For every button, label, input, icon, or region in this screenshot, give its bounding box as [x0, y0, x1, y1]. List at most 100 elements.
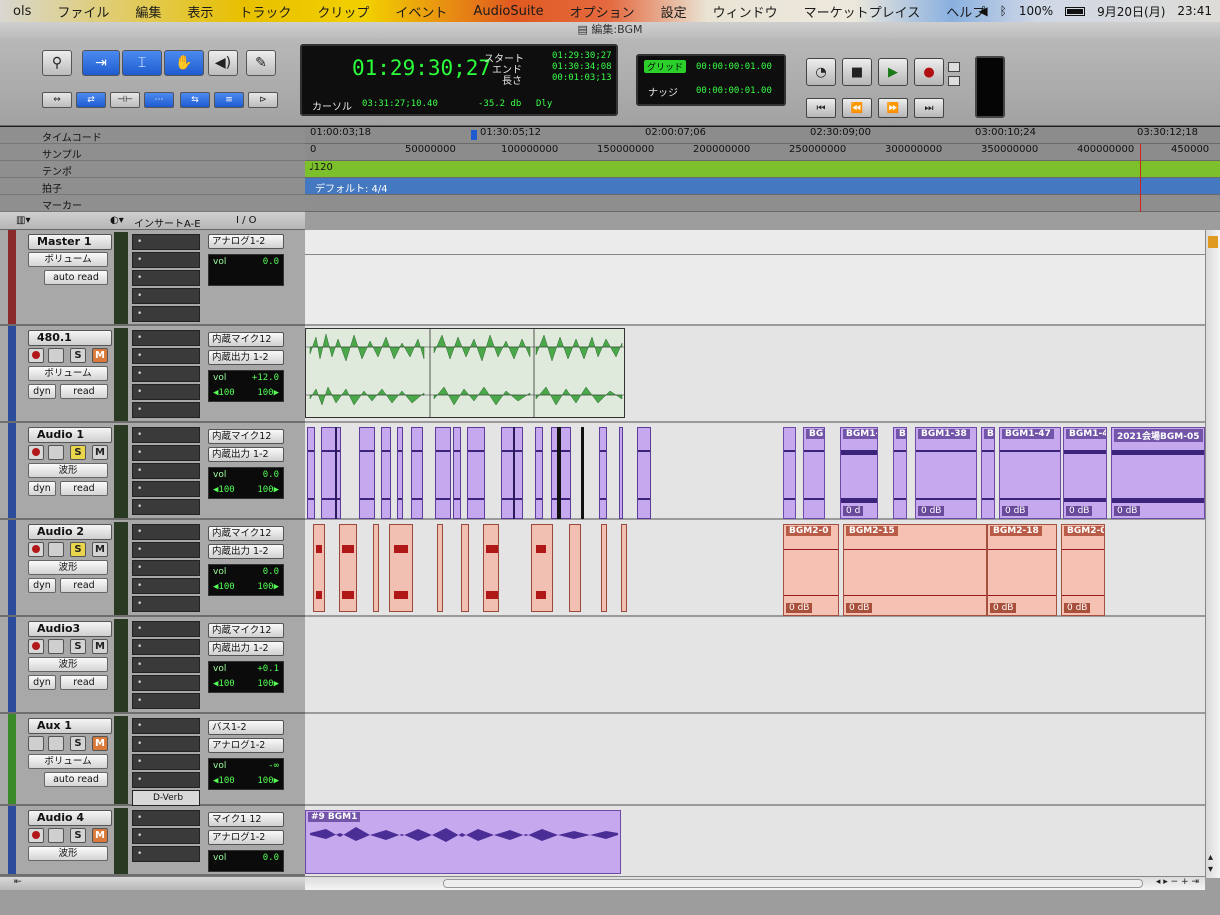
insert-slot[interactable]: •: [132, 754, 200, 770]
insert-slot[interactable]: •: [132, 657, 200, 673]
meter-ruler[interactable]: デフォルト: 4/4: [305, 178, 1220, 195]
automation-mode-selector[interactable]: read: [60, 384, 108, 399]
dyn-selector[interactable]: dyn: [28, 675, 56, 690]
input-selector[interactable]: 内蔵マイク12: [208, 332, 284, 347]
volume-pan-display[interactable]: vol +0.1 ◀100 100▶: [208, 661, 284, 693]
trim-tool-button[interactable]: ⇥: [82, 50, 120, 76]
track-name[interactable]: Audio3: [28, 621, 112, 637]
insert-slot[interactable]: •: [132, 736, 200, 752]
solo-button[interactable]: S: [70, 445, 86, 460]
clip-fragment[interactable]: [467, 427, 485, 519]
insert-slot[interactable]: •: [132, 542, 200, 558]
stop-icon[interactable]: ■: [842, 58, 872, 86]
clip-gain[interactable]: 0 dB: [1114, 506, 1141, 516]
menu-tools[interactable]: ols: [0, 4, 44, 19]
insert-slot[interactable]: •: [132, 621, 200, 637]
clip-fragment[interactable]: [483, 524, 499, 612]
audio-clip[interactable]: BGM1-47 0 dB: [999, 427, 1061, 519]
zoom-in-icon[interactable]: ▴: [1208, 852, 1218, 863]
clip-fragment[interactable]: [621, 524, 627, 612]
volume-pan-display[interactable]: vol -∞ ◀100 100▶: [208, 758, 284, 790]
audio-clip[interactable]: BGM1-4 0 dB: [1063, 427, 1107, 519]
insert-slot[interactable]: •: [132, 499, 200, 515]
record-enable-button[interactable]: [28, 445, 44, 460]
mute-button[interactable]: M: [92, 639, 108, 654]
battery-icon[interactable]: [1065, 6, 1086, 16]
menu-edit[interactable]: 編集: [122, 2, 174, 21]
start-value[interactable]: 01:29:30;27: [552, 51, 612, 61]
samples-ruler[interactable]: 0 50000000 100000000 150000000 200000000…: [305, 144, 1220, 161]
input-monitor-button[interactable]: [48, 445, 64, 460]
clip-fragment[interactable]: [313, 524, 325, 612]
insert-slot[interactable]: •: [132, 639, 200, 655]
clip-fragment[interactable]: [599, 427, 607, 519]
clip-fragment[interactable]: [397, 427, 403, 519]
clip-gain[interactable]: 0 dB: [786, 603, 813, 613]
insert-slot[interactable]: •: [132, 675, 200, 691]
audio-clip[interactable]: 2021会場BGM-05 0 dB: [1111, 427, 1205, 519]
insert-slot[interactable]: •: [132, 384, 200, 400]
insert-slot[interactable]: •: [132, 810, 200, 826]
insert-slot[interactable]: •: [132, 828, 200, 844]
lane-master[interactable]: [305, 230, 1205, 326]
play-icon[interactable]: ▶: [878, 58, 908, 86]
insert-slot[interactable]: •: [132, 330, 200, 346]
automation-mode-selector[interactable]: auto read: [44, 772, 108, 787]
grid-mode-button[interactable]: ⋯: [144, 92, 174, 108]
menu-file[interactable]: ファイル: [44, 2, 122, 21]
tempo-ruler[interactable]: ♩120: [305, 161, 1220, 178]
audio-clip[interactable]: BGM2-15 0 dB: [843, 524, 987, 616]
mute-button[interactable]: M: [92, 736, 108, 751]
volume-automation-line[interactable]: [305, 254, 1205, 255]
audio-clip[interactable]: BGM2-0 0 dB: [1061, 524, 1105, 616]
marker-ruler[interactable]: [305, 195, 1220, 212]
dyn-selector[interactable]: dyn: [28, 384, 56, 399]
menu-marketplace[interactable]: マーケットプレイス: [791, 2, 934, 21]
volume-pan-display[interactable]: vol 0.0 ◀100 100▶: [208, 467, 284, 499]
clip-fragment[interactable]: [531, 524, 553, 612]
track-view-selector[interactable]: 波形: [28, 657, 108, 672]
insert-slot[interactable]: •: [132, 560, 200, 576]
volume-display[interactable]: vol 0.0: [208, 254, 284, 286]
insert-slot[interactable]: •: [132, 234, 200, 250]
playhead-marker[interactable]: [471, 130, 477, 140]
audio-clip[interactable]: BGM2-18 0 dB: [987, 524, 1057, 616]
slip-mode-button[interactable]: ⇄: [76, 92, 106, 108]
solo-button[interactable]: S: [70, 542, 86, 557]
track-name[interactable]: Master 1: [28, 234, 112, 250]
record-enable-button[interactable]: [28, 828, 44, 843]
insert-slot[interactable]: •: [132, 481, 200, 497]
track-name[interactable]: Audio 2: [28, 524, 112, 540]
output-selector[interactable]: アナログ1-2: [208, 830, 284, 845]
ruler-label-meter[interactable]: 拍子: [0, 178, 305, 195]
lane-audio-1[interactable]: BG BGM1- 0 d B BGM1-38 0 dB B BGM1-47 0 dB …: [305, 423, 1205, 520]
dyn-selector[interactable]: dyn: [28, 481, 56, 496]
clip-fragment[interactable]: [437, 524, 443, 612]
insert-slot[interactable]: •: [132, 288, 200, 304]
link-timeline-button[interactable]: ⇆: [180, 92, 210, 108]
clip-fragment[interactable]: [551, 427, 571, 519]
ruler-label-marker[interactable]: マーカー: [0, 195, 305, 212]
clip-gain[interactable]: 0 dB: [1002, 506, 1029, 516]
clip-fragment[interactable]: [637, 427, 651, 519]
record-enable-button[interactable]: [28, 348, 44, 363]
link-track-button[interactable]: ≡: [214, 92, 244, 108]
ruler-label-samples[interactable]: サンプル: [0, 144, 305, 161]
track-view-selector[interactable]: 波形: [28, 463, 108, 478]
input-selector[interactable]: バス1-2: [208, 720, 284, 735]
track-option-button[interactable]: [48, 736, 64, 751]
mute-button[interactable]: M: [92, 542, 108, 557]
audio-clip-short[interactable]: [783, 427, 796, 519]
clip-fragment[interactable]: [601, 524, 607, 612]
mute-button[interactable]: M: [92, 445, 108, 460]
insert-slot[interactable]: •: [132, 596, 200, 612]
selector-tool-button[interactable]: ⌶: [122, 50, 162, 76]
menu-options[interactable]: オプション: [557, 2, 648, 21]
insert-slot[interactable]: •: [132, 427, 200, 443]
zoom-tool-button[interactable]: ⚲: [42, 50, 72, 76]
track-name[interactable]: Aux 1: [28, 718, 112, 734]
solo-button[interactable]: S: [70, 639, 86, 654]
spot-mode-button[interactable]: ⊣⊢: [110, 92, 140, 108]
go-to-end-icon[interactable]: ⏭: [914, 98, 944, 118]
collapse-icon[interactable]: ⇤: [14, 877, 22, 887]
